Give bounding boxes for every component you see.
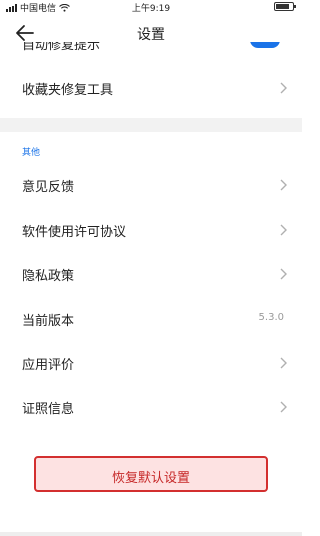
status-bar: 中国电信 上午9:19 — [0, 0, 302, 14]
version-value: 5.3.0 — [258, 312, 284, 323]
settings-row-feedback[interactable]: 意见反馈 — [0, 163, 302, 207]
chevron-right-icon — [280, 268, 287, 280]
settings-row-label: 应用评价 — [22, 358, 75, 373]
settings-row-license[interactable]: 软件使用许可协议 — [0, 208, 302, 252]
status-time: 上午9:19 — [131, 4, 171, 14]
auto-repair-toggle[interactable] — [250, 42, 280, 48]
settings-row-label: 收藏夹修复工具 — [22, 83, 114, 98]
chevron-right-icon — [280, 179, 287, 191]
settings-row-label: 软件使用许可协议 — [22, 225, 127, 240]
section-divider — [0, 118, 302, 132]
settings-row-version: 当前版本 5.3.0 — [0, 297, 302, 341]
reset-defaults-button[interactable]: 恢复默认设置 — [34, 456, 268, 492]
settings-row-label: 自动修复提示 — [22, 42, 101, 52]
settings-row-repair-tool[interactable]: 收藏夹修复工具 — [0, 66, 302, 110]
settings-row-label: 证照信息 — [22, 402, 75, 417]
settings-row-auto-repair[interactable]: 自动修复提示 — [0, 42, 302, 52]
chevron-right-icon — [280, 224, 287, 236]
settings-row-license-info[interactable]: 证照信息 — [0, 385, 302, 429]
settings-row-label: 隐私政策 — [22, 269, 75, 284]
settings-row-label: 当前版本 — [22, 314, 75, 329]
settings-row-privacy[interactable]: 隐私政策 — [0, 252, 302, 296]
chevron-right-icon — [280, 357, 287, 369]
reset-defaults-label: 恢复默认设置 — [111, 471, 190, 486]
chevron-right-icon — [280, 401, 287, 413]
chevron-right-icon — [280, 82, 287, 94]
section-header-other: 其他 — [22, 148, 41, 158]
bottom-edge — [0, 532, 302, 536]
page-title: 设置 — [137, 27, 165, 43]
settings-row-rate-app[interactable]: 应用评价 — [0, 341, 302, 385]
settings-row-label: 意见反馈 — [22, 180, 75, 195]
battery-icon — [274, 2, 296, 11]
